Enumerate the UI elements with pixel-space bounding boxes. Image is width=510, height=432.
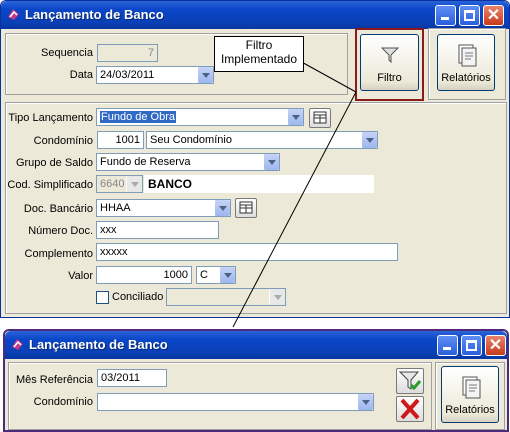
relatorios-label: Relatórios (445, 404, 495, 416)
mes-referencia-field[interactable]: 03/2011 (97, 369, 167, 387)
chevron-down-icon[interactable] (357, 394, 373, 410)
apply-filter-button[interactable] (396, 368, 424, 394)
annotation-text: Filtro Implementado (220, 38, 298, 66)
cancel-button[interactable] (396, 396, 424, 422)
relatorios-button[interactable]: Relatórios (441, 366, 499, 423)
condominio-select[interactable] (97, 393, 374, 411)
mes-referencia-label: Mês Referência (15, 374, 93, 386)
app-icon (12, 339, 23, 350)
minimize-button[interactable] (437, 335, 458, 356)
report-icon (462, 376, 481, 399)
condominio-label: Condomínio (33, 396, 93, 408)
window-title: Lançamento de Banco (29, 337, 168, 352)
close-button[interactable]: ✕ (485, 335, 506, 356)
annotation-note: Filtro Implementado (214, 36, 304, 72)
filter-check-icon (398, 371, 422, 391)
maximize-icon (466, 340, 477, 351)
cancel-icon (400, 398, 420, 420)
close-icon: ✕ (488, 337, 503, 354)
maximize-button[interactable] (461, 335, 482, 356)
bottom-window: Lançamento de Banco ✕ Mês Referência 03/… (3, 329, 509, 432)
minimize-icon (443, 347, 451, 350)
titlebar: Lançamento de Banco ✕ (5, 331, 507, 359)
